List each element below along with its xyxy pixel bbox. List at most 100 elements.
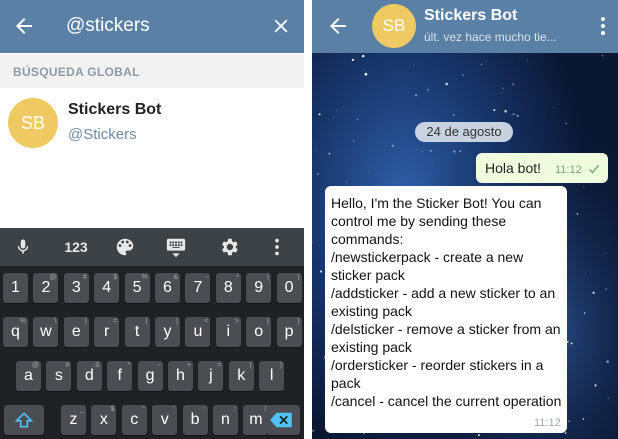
backspace-icon — [270, 412, 292, 428]
star — [391, 144, 394, 148]
key-k[interactable]: k( — [228, 361, 254, 391]
section-header: BÚSQUEDA GLOBAL — [0, 54, 304, 88]
star — [582, 418, 585, 420]
key-1[interactable]: 1 — [3, 273, 28, 303]
key-label: r — [104, 323, 110, 340]
key-p[interactable]: p} — [276, 317, 302, 347]
gear-icon[interactable] — [218, 236, 240, 258]
key-i[interactable]: i > — [215, 317, 241, 347]
key-h[interactable]: h + — [168, 361, 193, 391]
more-options-icon[interactable] — [272, 236, 282, 258]
key-5[interactable]: 5% — [124, 273, 150, 303]
key-hint: # — [82, 274, 87, 281]
key-n[interactable]: n; — [213, 405, 238, 435]
star — [553, 107, 555, 108]
star — [462, 74, 464, 76]
key-8[interactable]: 8 * — [215, 273, 241, 303]
key-u[interactable]: u < — [185, 317, 211, 347]
key-0[interactable]: 0) — [276, 273, 302, 303]
key-g[interactable]: g- — [137, 361, 163, 391]
key-2[interactable]: 2 @ — [33, 273, 59, 303]
shift-key[interactable] — [4, 405, 44, 435]
key-r[interactable]: r = — [94, 317, 120, 347]
chat-avatar[interactable]: SB — [372, 4, 416, 48]
key-3[interactable]: 3 # — [63, 273, 89, 303]
key-hint: = — [113, 318, 118, 325]
star — [430, 150, 432, 152]
key-l[interactable]: l) — [259, 361, 285, 391]
key-f[interactable]: f * — [107, 361, 133, 391]
key-c[interactable]: c " — [121, 405, 147, 435]
key-hint: { — [266, 318, 270, 325]
key-hint: & — [95, 362, 100, 369]
star — [312, 429, 315, 432]
outgoing-message-time: 11:12 — [555, 164, 582, 176]
star — [481, 63, 483, 65]
keyboard: 123 1 2 @ 3 # 4 $ 5 % 6 & 7 - 8 * 9 (0 … — [0, 228, 304, 439]
key-label: 6 — [163, 279, 172, 296]
search-input[interactable]: @stickers — [66, 15, 150, 37]
key-9[interactable]: 9( — [246, 273, 272, 303]
section-header-label: BÚSQUEDA GLOBAL — [13, 65, 140, 79]
back-arrow-icon[interactable] — [326, 14, 350, 38]
key-a[interactable]: a @ — [16, 361, 41, 391]
key-label: g — [145, 367, 155, 384]
key-7[interactable]: 7- — [185, 273, 211, 303]
key-w[interactable]: w \ — [33, 317, 59, 347]
key-s[interactable]: s # — [46, 361, 72, 391]
key-label: d — [84, 367, 94, 384]
star — [501, 92, 502, 94]
key-6[interactable]: 6 & — [155, 273, 180, 303]
chat-title[interactable]: Stickers Bot — [424, 7, 517, 25]
keyboard-keys: 1 2 @3 #4 $5% 6 & 7-8 * 9(0) q% w \ e | r = t[y] u < i > o{p} a… — [0, 266, 304, 439]
shift-icon — [14, 412, 34, 428]
key-hint: + — [186, 362, 191, 369]
numbers-toggle[interactable]: 123 — [60, 236, 92, 258]
key-hint: % — [141, 274, 148, 281]
key-t[interactable]: t[ — [124, 317, 150, 347]
star — [565, 122, 567, 125]
key-4[interactable]: 4 $ — [94, 273, 120, 303]
incoming-message[interactable]: Hello, I'm the Sticker Bot! You can cont… — [325, 186, 567, 433]
star — [583, 186, 585, 188]
key-hint: | — [84, 318, 87, 325]
chat-status: últ. vez hace mucho tie... — [424, 30, 557, 44]
key-d[interactable]: d & — [76, 361, 102, 391]
key-q[interactable]: q% — [3, 317, 28, 347]
key-label: u — [193, 323, 203, 340]
key-hint: / — [264, 406, 267, 413]
star — [504, 109, 507, 113]
incoming-message-time: 11:12 — [534, 417, 561, 429]
key-label: j — [209, 367, 213, 384]
key-e[interactable]: e | — [63, 317, 89, 347]
chat-screen: SB Stickers Bot últ. vez hace mucho tie.… — [312, 0, 618, 439]
close-icon[interactable] — [270, 15, 292, 37]
read-check-icon — [588, 165, 600, 174]
key-hint: # — [65, 362, 70, 369]
star — [512, 113, 515, 116]
back-arrow-icon[interactable] — [12, 14, 36, 38]
star — [605, 252, 606, 253]
key-z[interactable]: z _ — [61, 405, 86, 435]
key-j[interactable]: j = — [198, 361, 224, 391]
key-b[interactable]: b: — [182, 405, 208, 435]
star — [570, 342, 573, 345]
palette-icon[interactable] — [112, 236, 138, 258]
search-screen: @stickers BÚSQUEDA GLOBAL SB Stickers Bo… — [0, 0, 304, 439]
keyboard-hide-icon[interactable] — [164, 236, 188, 258]
key-x[interactable]: x $ — [91, 405, 117, 435]
outgoing-message[interactable]: Hola bot! 11:12 — [476, 153, 608, 183]
star — [606, 360, 609, 364]
outgoing-message-text: Hola bot! — [485, 160, 542, 176]
key-o[interactable]: o{ — [246, 317, 272, 347]
key-v[interactable]: v ' — [152, 405, 178, 435]
search-result-item[interactable]: SB Stickers Bot @Stickers — [0, 88, 304, 158]
key-y[interactable]: y] — [155, 317, 180, 347]
key-hint: = — [217, 362, 222, 369]
microphone-icon[interactable] — [14, 236, 32, 258]
star — [361, 54, 365, 58]
star — [452, 114, 455, 116]
key-m[interactable]: m / — [243, 405, 269, 435]
more-options-icon[interactable] — [598, 14, 608, 38]
key-label: 7 — [193, 279, 203, 296]
